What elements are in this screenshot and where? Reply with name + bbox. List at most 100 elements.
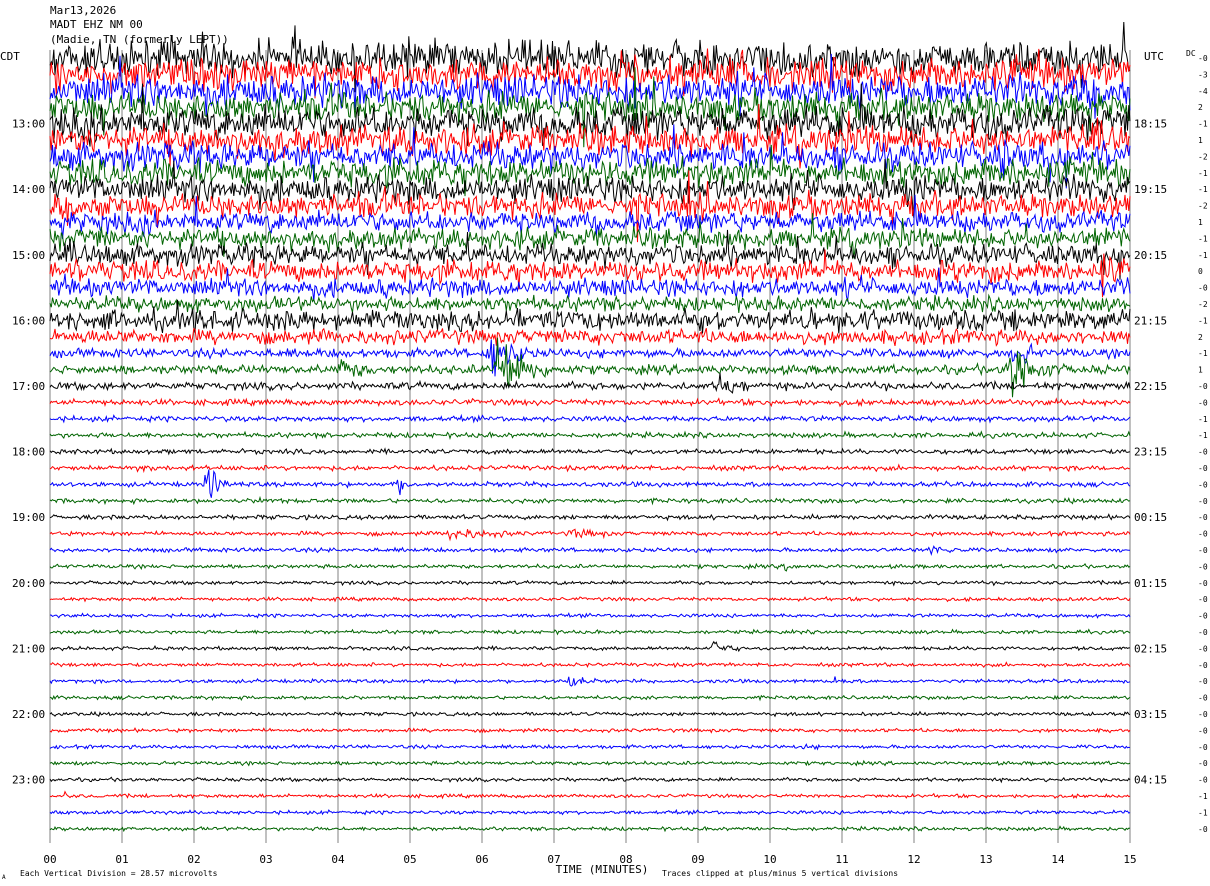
station-label: MADT EHZ NM 00 [50,18,143,31]
cdt-time-label: 14:00 [12,183,45,196]
dc-offset-value: -1 [1198,185,1208,194]
trace-line [49,579,1131,587]
dc-offset-value: -0 [1198,644,1208,653]
cdt-time-label: 15:00 [12,249,45,262]
dc-offset-value: -0 [1198,464,1208,473]
trace-line [49,640,1130,653]
dc-offset-value: -0 [1198,398,1208,407]
cdt-time-label: 19:00 [12,511,45,524]
x-tick-label: 01 [115,853,128,866]
cdt-time-label: 21:00 [12,642,45,655]
cdt-time-label: 16:00 [12,314,45,327]
x-tick-label: 11 [835,853,848,866]
utc-label: UTC [1144,50,1164,63]
x-tick-label: 15 [1123,853,1136,866]
utc-time-label: 02:15 [1134,642,1167,655]
dc-offset-value: 1 [1198,218,1203,227]
trace-line [49,469,1131,498]
dc-offset-value: -2 [1198,152,1208,161]
cdt-time-label: 20:00 [12,577,45,590]
dc-offset-value: -1 [1198,251,1208,260]
dc-offset-value: -2 [1198,300,1208,309]
trace-line [49,562,1131,572]
x-tick-label: 00 [43,853,56,866]
x-tick-label: 03 [259,853,272,866]
dc-offset-value: -0 [1198,382,1208,391]
clip-note: Traces clipped at plus/minus 5 vertical … [662,869,898,878]
dc-offset-value: -0 [1198,284,1208,293]
trace-line [49,808,1131,816]
trace-line [49,327,1131,347]
trace-line [49,267,1131,302]
dc-offset-value: -0 [1198,776,1208,785]
dc-offset-value: -1 [1198,349,1208,358]
x-tick-label: 13 [979,853,992,866]
utc-time-label: 20:15 [1134,249,1167,262]
date-label: Mar13,2026 [50,4,117,17]
dc-offset-value: -0 [1198,448,1208,457]
dc-offset-value: -3 [1198,70,1208,79]
dc-offset-value: -2 [1198,202,1208,211]
cdt-time-label: 17:00 [12,380,45,393]
dc-offset-value: -0 [1198,612,1208,621]
trace-line [49,463,1131,474]
x-tick-label: 14 [1051,853,1065,866]
trace-line [49,710,1131,718]
dc-offset-value: -1 [1198,120,1208,129]
dc-offset-value: -0 [1198,546,1208,555]
dc-offset-value: -1 [1198,234,1208,243]
x-tick-label: 02 [187,853,200,866]
dc-offset-value: -0 [1198,595,1208,604]
dc-offset-value: -0 [1198,497,1208,506]
trace-line [49,527,1131,542]
x-tick-label: 05 [403,853,416,866]
dc-offset-value: -0 [1198,759,1208,768]
corner-mark: A [2,874,6,881]
trace-line [49,612,1131,619]
utc-time-label: 21:15 [1134,314,1167,327]
x-axis-title: TIME (MINUTES) [556,863,649,876]
trace-line [49,447,1131,456]
cdt-time-label: 18:00 [12,446,45,459]
dc-offset-value: -0 [1198,513,1208,522]
dc-offset-value: -1 [1198,169,1208,178]
dc-offset-value: -0 [1198,562,1208,571]
dc-offset-value: -0 [1198,825,1208,834]
trace-line [49,545,1131,557]
utc-time-label: 01:15 [1134,577,1167,590]
dc-offset-value: 1 [1198,366,1203,375]
trace-line [49,825,1131,833]
dc-offset-value: 1 [1198,136,1203,145]
x-tick-label: 10 [763,853,776,866]
cdt-time-label: 13:00 [12,118,45,131]
utc-time-label: 04:15 [1134,774,1167,787]
trace-line [49,727,1131,734]
utc-time-label: 19:15 [1134,183,1167,196]
x-tick-label: 12 [907,853,920,866]
dc-offset-value: -1 [1198,431,1208,440]
dc-offset-value: 2 [1198,333,1203,342]
trace-line [49,513,1131,522]
trace-line [49,495,1131,506]
cdt-time-label: 23:00 [12,774,45,787]
dc-offset-value: -0 [1198,54,1208,63]
dc-offset-value: -0 [1198,677,1208,686]
trace-line [49,430,1131,441]
trace-line [49,790,1131,800]
trace-line [49,299,1131,334]
dc-offset-value: 0 [1198,267,1203,276]
utc-time-label: 23:15 [1134,446,1167,459]
utc-time-label: 18:15 [1134,118,1167,131]
utc-time-label: 22:15 [1134,380,1167,393]
x-tick-label: 09 [691,853,704,866]
dc-offset-value: -0 [1198,628,1208,637]
trace-line [49,661,1131,669]
helicorder-plot: 13:00 14:00 15:00 16:00 17:00 18:00 19:00 20:00… [0,21,1208,881]
utc-time-label: 03:15 [1134,708,1167,721]
cdt-time-label: 22:00 [12,708,45,721]
trace-line [49,628,1131,636]
dc-offset-value: -0 [1198,743,1208,752]
dc-offset-value: -0 [1198,530,1208,539]
location-label: (Madie, TN (formerly LEPT)) [50,33,229,46]
dc-offset-value: -4 [1198,87,1208,96]
